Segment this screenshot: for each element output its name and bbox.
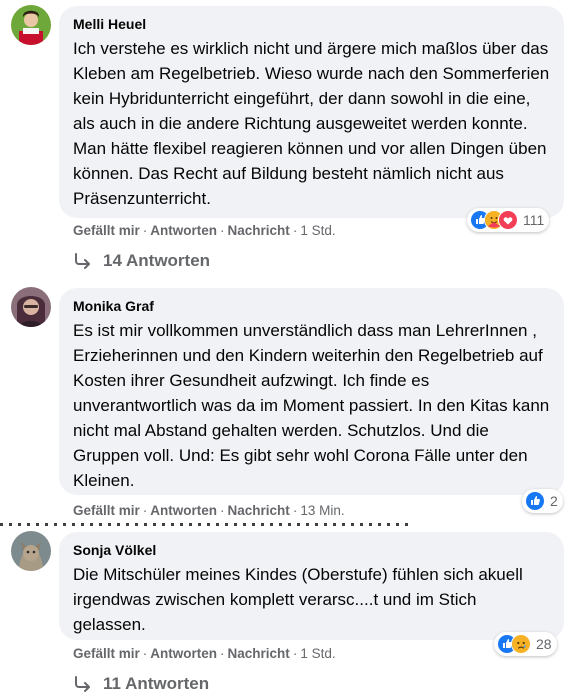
reaction-summary[interactable]: 111 <box>467 208 550 232</box>
reply-button[interactable]: Antworten <box>150 503 217 518</box>
avatar[interactable] <box>11 287 51 327</box>
reply-arrow-icon <box>73 253 93 269</box>
comment-actions: Gefällt mir · Antworten · Nachricht · 1 Std. <box>73 646 336 661</box>
sad-icon <box>511 634 531 654</box>
separator: · <box>292 646 298 661</box>
comment-bubble: Sonja Völkel Die Mitschüler meines Kinde… <box>59 532 564 640</box>
view-replies-link[interactable]: 11 Antworten <box>73 674 209 694</box>
comment-actions: Gefällt mir · Antworten · Nachricht · 1 Std. <box>73 223 336 238</box>
comment-bubble: Melli Heuel Ich verstehe es wirklich nic… <box>59 6 564 218</box>
reaction-summary[interactable]: 28 <box>494 632 557 656</box>
like-icon <box>525 491 545 511</box>
comment-author[interactable]: Melli Heuel <box>73 15 550 34</box>
message-button[interactable]: Nachricht <box>228 223 290 238</box>
reaction-summary[interactable]: 2 <box>522 489 563 513</box>
separator: · <box>292 503 298 518</box>
comment-text: Ich verstehe es wirklich nicht und ärger… <box>73 39 550 208</box>
reply-button[interactable]: Antworten <box>150 223 217 238</box>
timestamp[interactable]: 13 Min. <box>300 503 344 518</box>
message-button[interactable]: Nachricht <box>228 503 290 518</box>
replies-count: 11 Antworten <box>103 674 210 693</box>
timestamp[interactable]: 1 Std. <box>300 646 335 661</box>
separator: · <box>292 223 298 238</box>
view-replies-link[interactable]: 14 Antworten <box>73 251 210 271</box>
separator: · <box>220 503 225 518</box>
timestamp[interactable]: 1 Std. <box>300 223 335 238</box>
comment-author[interactable]: Sonja Völkel <box>73 541 550 560</box>
reaction-count: 111 <box>523 212 545 228</box>
love-icon <box>498 210 518 230</box>
reaction-count: 28 <box>536 636 552 652</box>
separator: · <box>220 646 225 661</box>
comment-bubble: Monika Graf Es ist mir vollkommen unvers… <box>59 288 564 495</box>
separator: · <box>142 646 148 661</box>
separator: · <box>220 223 225 238</box>
like-button[interactable]: Gefällt mir <box>73 646 140 661</box>
divider <box>0 523 410 526</box>
like-button[interactable]: Gefällt mir <box>73 223 140 238</box>
reply-arrow-icon <box>73 676 93 692</box>
comment-actions: Gefällt mir · Antworten · Nachricht · 13 Min. <box>73 503 345 518</box>
avatar[interactable] <box>11 531 51 571</box>
avatar[interactable] <box>11 5 51 45</box>
separator: · <box>142 503 148 518</box>
like-button[interactable]: Gefällt mir <box>73 503 140 518</box>
comment-text: Die Mitschüler meines Kindes (Oberstufe)… <box>73 565 523 634</box>
reply-button[interactable]: Antworten <box>150 646 217 661</box>
message-button[interactable]: Nachricht <box>228 646 290 661</box>
replies-count: 14 Antworten <box>103 251 211 270</box>
reaction-count: 2 <box>550 493 558 509</box>
comment-author[interactable]: Monika Graf <box>73 297 550 316</box>
separator: · <box>142 223 148 238</box>
comment-text: Es ist mir vollkommen unverständlich das… <box>73 321 550 490</box>
